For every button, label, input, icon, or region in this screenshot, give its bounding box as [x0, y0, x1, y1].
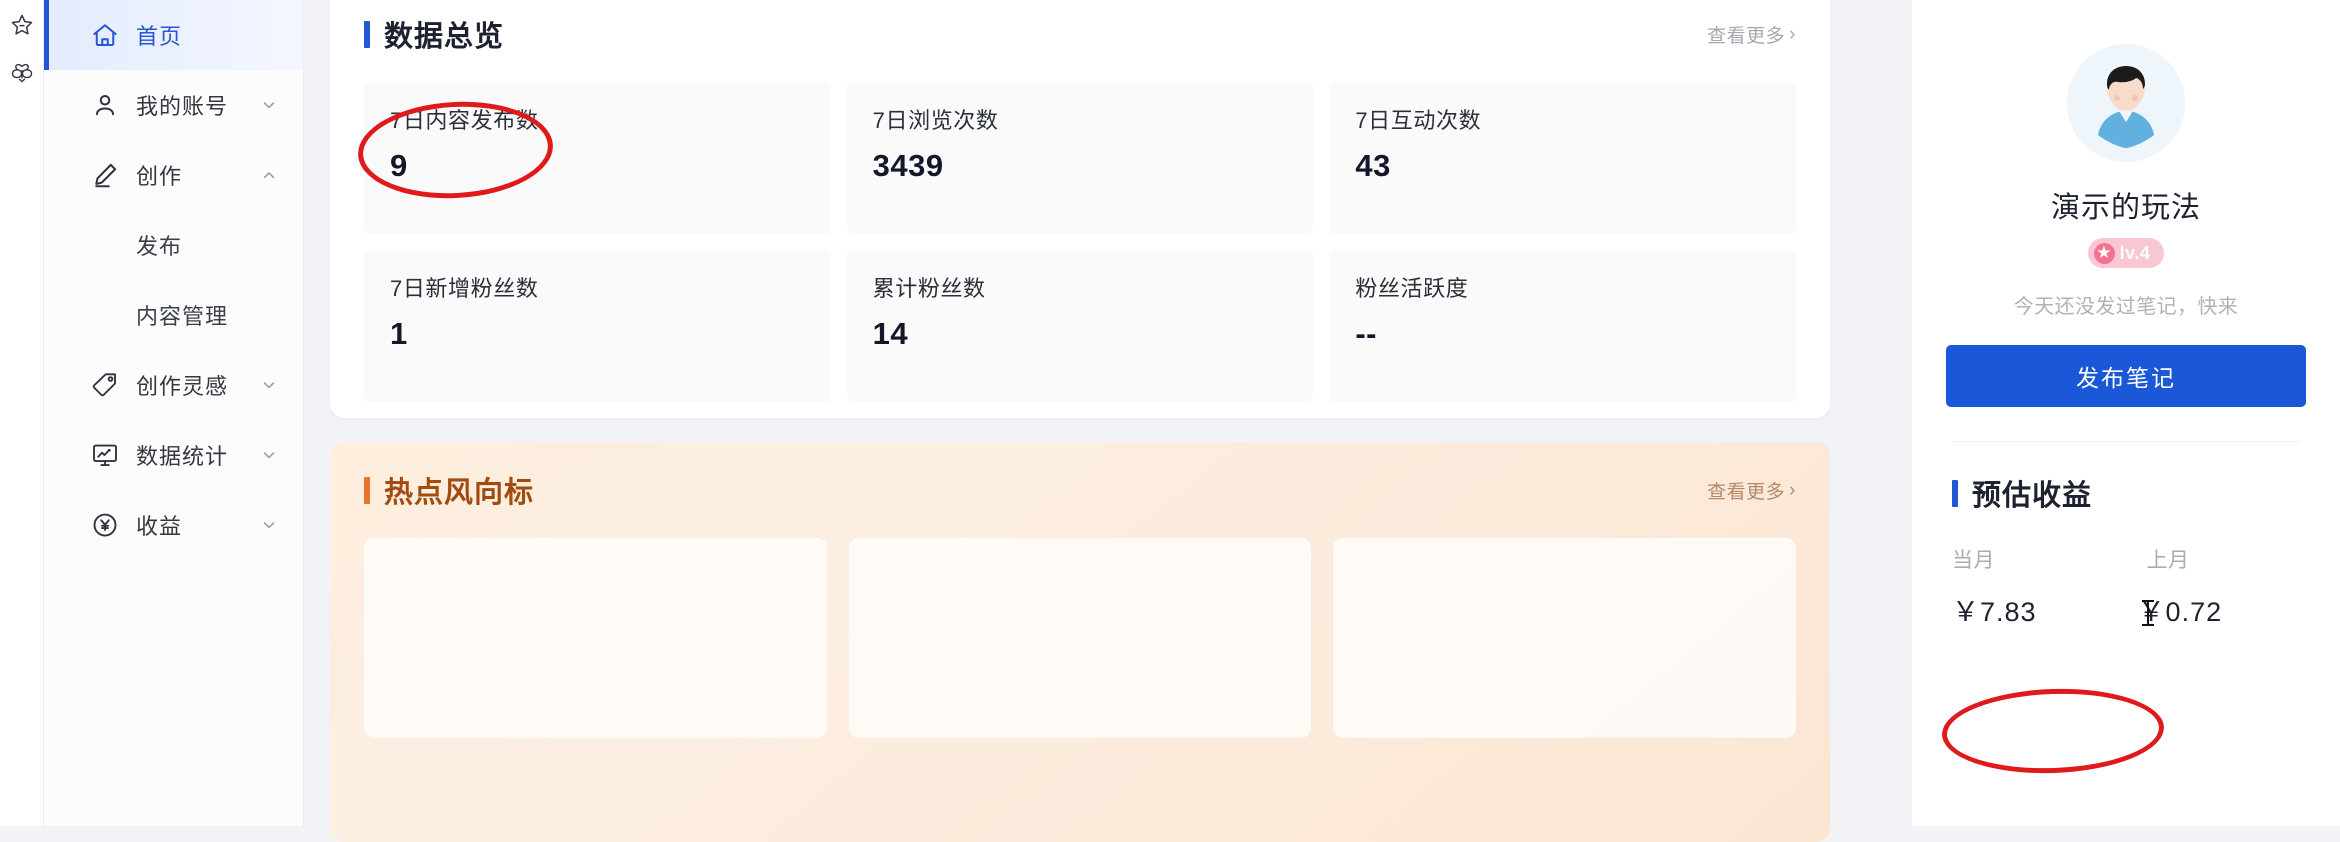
earnings-block: 预估收益 当月 ￥7.83 上月 ￥0.72 — [1912, 442, 2340, 629]
right-panel: 演示的玩法 ★ lv.4 今天还没发过笔记，快来 发布笔记 预估收益 当月 ￥7… — [1912, 0, 2340, 826]
earnings-label: 上月 — [2146, 549, 2190, 572]
title-text: 预估收益 — [1972, 480, 2093, 512]
data-overview-card: 数据总览 查看更多 › 7日内容发布数 9 7日浏览次数 3439 7日互动次数 — [330, 0, 1830, 418]
profile-username: 演示的玩法 — [2050, 192, 2201, 224]
yen-coin-icon — [88, 508, 122, 542]
sidebar: 首页 我的账号 创作 发布 内容管理 创作灵感 数据统计 收益 — [44, 0, 304, 826]
chevron-right-icon: › — [1789, 479, 1796, 501]
stat-card-total-fans[interactable]: 累计粉丝数 14 — [846, 250, 1314, 402]
sidebar-item-statistics[interactable]: 数据统计 — [44, 420, 303, 490]
stat-value: 9 — [390, 148, 408, 184]
bee-icon[interactable] — [7, 58, 37, 88]
sidebar-subitem-content-management[interactable]: 内容管理 — [44, 280, 303, 350]
view-more-label: 查看更多 — [1707, 481, 1786, 503]
sidebar-item-label: 首页 — [136, 24, 183, 49]
hotspot-item[interactable] — [848, 538, 1312, 738]
earnings-row: 当月 ￥7.83 上月 ￥0.72 — [1952, 544, 2340, 629]
text-cursor-icon — [2141, 600, 2154, 626]
earnings-current-month: 当月 ￥7.83 — [1952, 544, 2037, 629]
hotspot-card: 热点风向标 查看更多 › — [330, 442, 1830, 842]
main-content: 数据总览 查看更多 › 7日内容发布数 9 7日浏览次数 3439 7日互动次数 — [330, 0, 1890, 842]
earnings-last-month: 上月 ￥0.72 — [2138, 544, 2223, 629]
profile-tip: 今天还没发过笔记，快来 — [2013, 296, 2239, 318]
sidebar-item-home[interactable]: 首页 — [44, 0, 303, 70]
chevron-down-icon[interactable] — [261, 377, 277, 393]
profile-block: 演示的玩法 ★ lv.4 今天还没发过笔记，快来 发布笔记 — [1912, 0, 2340, 407]
earnings-value: ￥0.72 — [2138, 590, 2223, 629]
hotspot-header: 热点风向标 查看更多 › — [364, 442, 1796, 538]
stat-label: 累计粉丝数 — [872, 276, 986, 301]
level-badge: ★ lv.4 — [2087, 238, 2165, 268]
hotspot-item[interactable] — [1333, 538, 1796, 738]
hotspot-item[interactable] — [364, 538, 827, 738]
stat-value: 3439 — [872, 148, 944, 184]
hotspot-title: 热点风向标 — [364, 469, 534, 511]
title-text: 热点风向标 — [384, 477, 535, 509]
earnings-value: ￥7.83 — [1952, 597, 2037, 627]
page-root: 首页 我的账号 创作 发布 内容管理 创作灵感 数据统计 收益 数据总览 查看更… — [0, 0, 2340, 842]
stat-value: 43 — [1355, 148, 1391, 184]
sidebar-subitem-publish[interactable]: 发布 — [44, 210, 303, 280]
star-outline-icon[interactable] — [7, 10, 37, 40]
sidebar-item-earnings[interactable]: 收益 — [44, 490, 303, 560]
stat-card-7d-posts[interactable]: 7日内容发布数 9 — [364, 82, 831, 234]
sidebar-item-label: 数据统计 — [136, 444, 229, 469]
view-more-overview[interactable]: 查看更多 › — [1707, 21, 1796, 48]
stat-label: 7日互动次数 — [1355, 108, 1482, 133]
stat-value: 14 — [872, 316, 909, 352]
overview-stat-grid: 7日内容发布数 9 7日浏览次数 3439 7日互动次数 43 7日新增粉丝数 … — [364, 82, 1796, 402]
stat-card-7d-new-fans[interactable]: 7日新增粉丝数 1 — [364, 250, 831, 402]
sidebar-item-my-account[interactable]: 我的账号 — [44, 70, 303, 140]
user-avatar-icon — [2067, 44, 2185, 162]
level-badge-label: lv.4 — [2119, 242, 2151, 263]
title-accent-bar — [364, 476, 370, 504]
data-overview-header: 数据总览 查看更多 › — [364, 0, 1796, 82]
icon-rail — [0, 0, 44, 826]
tag-icon — [88, 368, 122, 402]
view-more-hotspot[interactable]: 查看更多 › — [1707, 477, 1796, 504]
data-overview-title: 数据总览 — [364, 13, 504, 55]
chevron-down-icon[interactable] — [261, 97, 277, 113]
home-icon — [88, 18, 122, 52]
title-text: 数据总览 — [384, 21, 505, 53]
stat-label: 7日内容发布数 — [390, 108, 539, 133]
sidebar-item-label: 创作 — [136, 164, 183, 189]
title-accent-bar — [364, 20, 370, 48]
sidebar-subitem-label: 内容管理 — [136, 304, 229, 329]
chevron-down-icon[interactable] — [261, 517, 277, 533]
monitor-chart-icon — [88, 438, 122, 472]
avatar[interactable] — [2067, 44, 2185, 162]
stat-label: 粉丝活跃度 — [1355, 276, 1469, 301]
stat-card-fan-activity[interactable]: 粉丝活跃度 -- — [1329, 250, 1796, 402]
stat-label: 7日新增粉丝数 — [390, 276, 539, 301]
earnings-title: 预估收益 — [1952, 472, 2340, 514]
chevron-down-icon[interactable] — [261, 447, 277, 463]
stat-card-7d-interactions[interactable]: 7日互动次数 43 — [1329, 82, 1796, 234]
sidebar-item-inspiration[interactable]: 创作灵感 — [44, 350, 303, 420]
earnings-label: 当月 — [1952, 549, 1995, 572]
sidebar-item-label: 我的账号 — [136, 94, 229, 119]
sidebar-subitem-label: 发布 — [136, 234, 183, 259]
stat-value: 1 — [390, 316, 408, 352]
view-more-label: 查看更多 — [1707, 25, 1786, 47]
stat-card-7d-views[interactable]: 7日浏览次数 3439 — [846, 82, 1314, 234]
stat-value: -- — [1355, 316, 1377, 352]
hotspot-grid — [364, 538, 1796, 738]
stat-label: 7日浏览次数 — [872, 108, 999, 133]
chevron-right-icon: › — [1789, 23, 1796, 45]
sidebar-item-create[interactable]: 创作 — [44, 140, 303, 210]
star-icon: ★ — [2093, 242, 2115, 264]
pencil-icon — [88, 158, 122, 192]
publish-note-button[interactable]: 发布笔记 — [1946, 345, 2306, 407]
user-icon — [88, 88, 122, 122]
sidebar-item-label: 创作灵感 — [136, 374, 229, 399]
chevron-up-icon[interactable] — [261, 167, 277, 183]
title-accent-bar — [1952, 479, 1958, 507]
sidebar-item-label: 收益 — [136, 514, 183, 539]
